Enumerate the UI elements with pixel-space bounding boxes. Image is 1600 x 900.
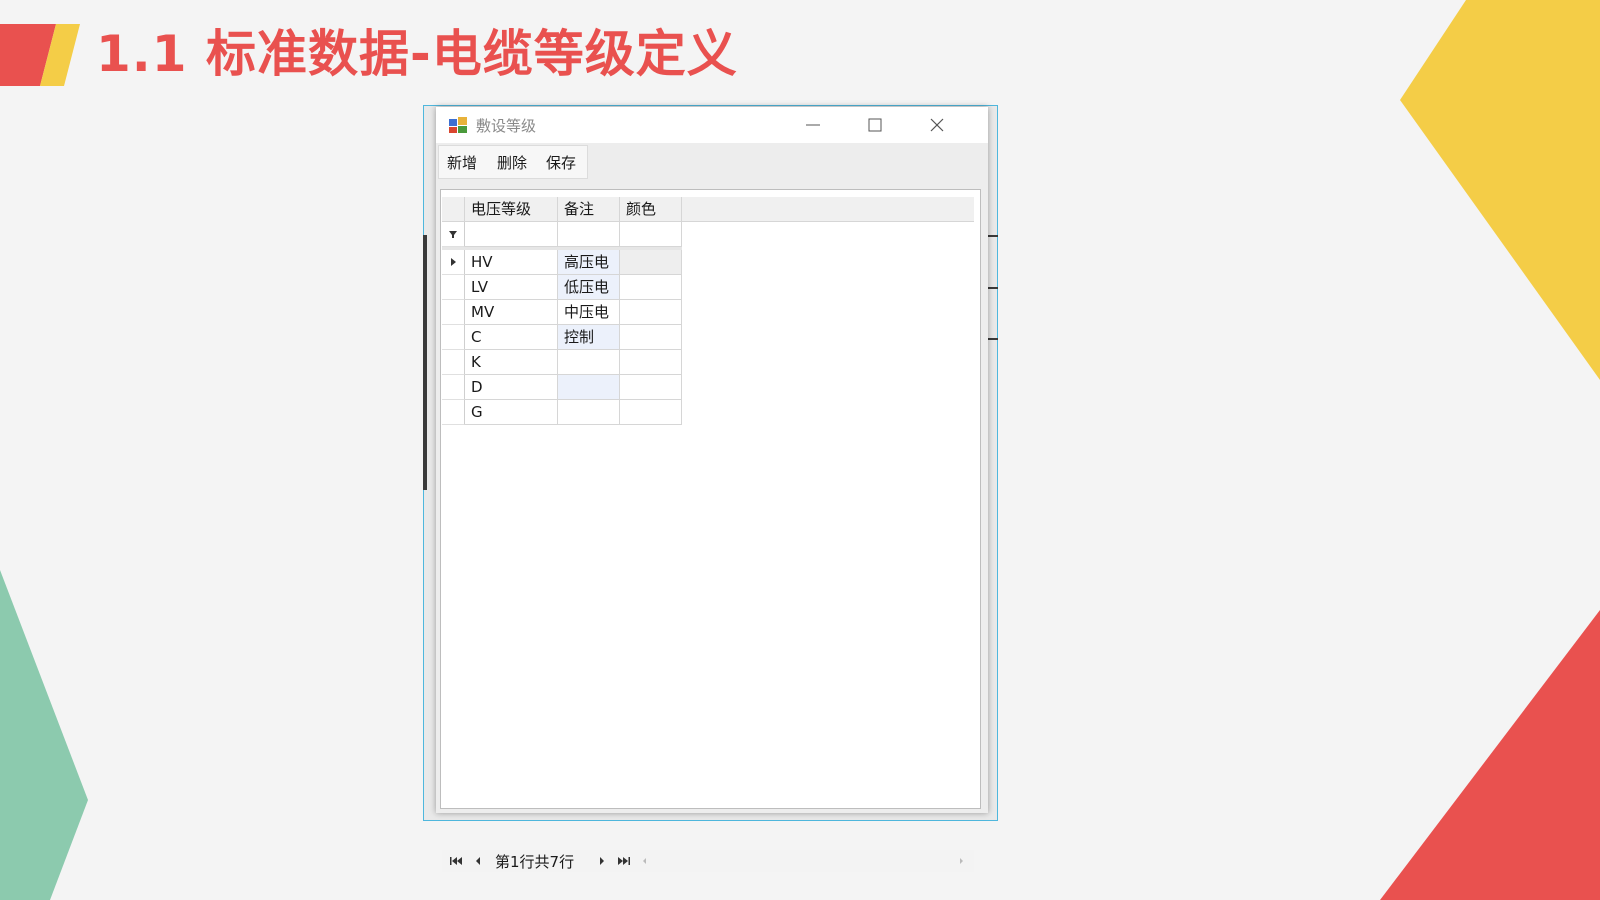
next-record-icon[interactable] [596, 854, 608, 868]
filter-cell-color[interactable] [620, 222, 682, 247]
app-icon [449, 117, 467, 133]
cell-note[interactable] [558, 400, 620, 425]
cell-note[interactable]: 中压电 [558, 300, 620, 325]
cell-level[interactable]: MV [465, 300, 558, 325]
close-icon[interactable] [914, 111, 960, 139]
cell-level[interactable]: K [465, 350, 558, 375]
cell-color[interactable] [620, 375, 682, 400]
cell-color[interactable] [620, 250, 682, 275]
scroll-left-icon[interactable] [640, 852, 650, 870]
last-record-icon[interactable] [616, 854, 632, 868]
row-header[interactable] [442, 275, 465, 300]
row-header[interactable] [442, 400, 465, 425]
grid-panel: 电压等级 备注 颜色 HV 高压电 LV 低压电 MV 中压电 C 控制 K D… [436, 183, 988, 872]
filter-row-header [442, 222, 465, 247]
decor-right-red [1380, 610, 1600, 900]
previous-record-icon[interactable] [472, 854, 484, 868]
dialog-title: 敷设等级 [476, 117, 537, 135]
current-row-arrow-icon [451, 258, 456, 266]
maximize-icon[interactable] [852, 111, 898, 139]
horizontal-scrollbar[interactable] [640, 852, 966, 870]
row-header-current[interactable] [442, 250, 465, 275]
delete-button[interactable]: 删除 [497, 152, 527, 173]
scroll-right-icon[interactable] [956, 852, 966, 870]
row-header[interactable] [442, 375, 465, 400]
slide-title: 1.1 标准数据-电缆等级定义 [96, 25, 738, 83]
cable-level-dialog: 敷设等级 新增 删除 保存 电压等级 备注 颜色 HV 高压电 LV 低压电 M… [436, 107, 988, 872]
cell-note[interactable]: 低压电 [558, 275, 620, 300]
record-position-text: 第1行共7行 [495, 853, 575, 871]
cell-level[interactable]: LV [465, 275, 558, 300]
column-header-level[interactable]: 电压等级 [465, 197, 558, 222]
background-window-divider-right [988, 235, 998, 237]
row-header-corner [442, 197, 465, 222]
cell-note[interactable]: 控制 [558, 325, 620, 350]
row-header[interactable] [442, 300, 465, 325]
background-window-divider-right [988, 287, 998, 289]
decor-left-banner [0, 24, 80, 86]
row-header[interactable] [442, 325, 465, 350]
cell-note[interactable] [558, 375, 620, 400]
record-navigator: 第1行共7行 [442, 850, 974, 872]
cell-color[interactable] [620, 325, 682, 350]
toolbar-button-group: 新增 删除 保存 [438, 145, 588, 179]
cell-note[interactable]: 高压电 [558, 250, 620, 275]
save-button[interactable]: 保存 [546, 152, 576, 173]
cell-color[interactable] [620, 350, 682, 375]
cell-color[interactable] [620, 400, 682, 425]
minimize-icon[interactable] [790, 111, 836, 139]
column-header-note[interactable]: 备注 [558, 197, 620, 222]
add-button[interactable]: 新增 [447, 152, 477, 173]
decor-right-yellow [1400, 0, 1600, 380]
column-header-filler [682, 197, 974, 222]
background-window-divider [423, 235, 427, 490]
cell-level[interactable]: G [465, 400, 558, 425]
cell-level[interactable]: D [465, 375, 558, 400]
filter-cell-level[interactable] [465, 222, 558, 247]
dialog-titlebar[interactable]: 敷设等级 [436, 107, 988, 143]
toolbar: 新增 删除 保存 [436, 143, 988, 183]
first-record-icon[interactable] [448, 854, 464, 868]
cell-note[interactable] [558, 350, 620, 375]
row-header[interactable] [442, 350, 465, 375]
cell-level[interactable]: C [465, 325, 558, 350]
cell-level[interactable]: HV [465, 250, 558, 275]
column-header-color[interactable]: 颜色 [620, 197, 682, 222]
filter-icon [449, 231, 457, 238]
filter-cell-note[interactable] [558, 222, 620, 247]
cell-color[interactable] [620, 300, 682, 325]
background-window-divider-right [988, 338, 998, 340]
cell-color[interactable] [620, 275, 682, 300]
decor-left-green [0, 570, 88, 900]
